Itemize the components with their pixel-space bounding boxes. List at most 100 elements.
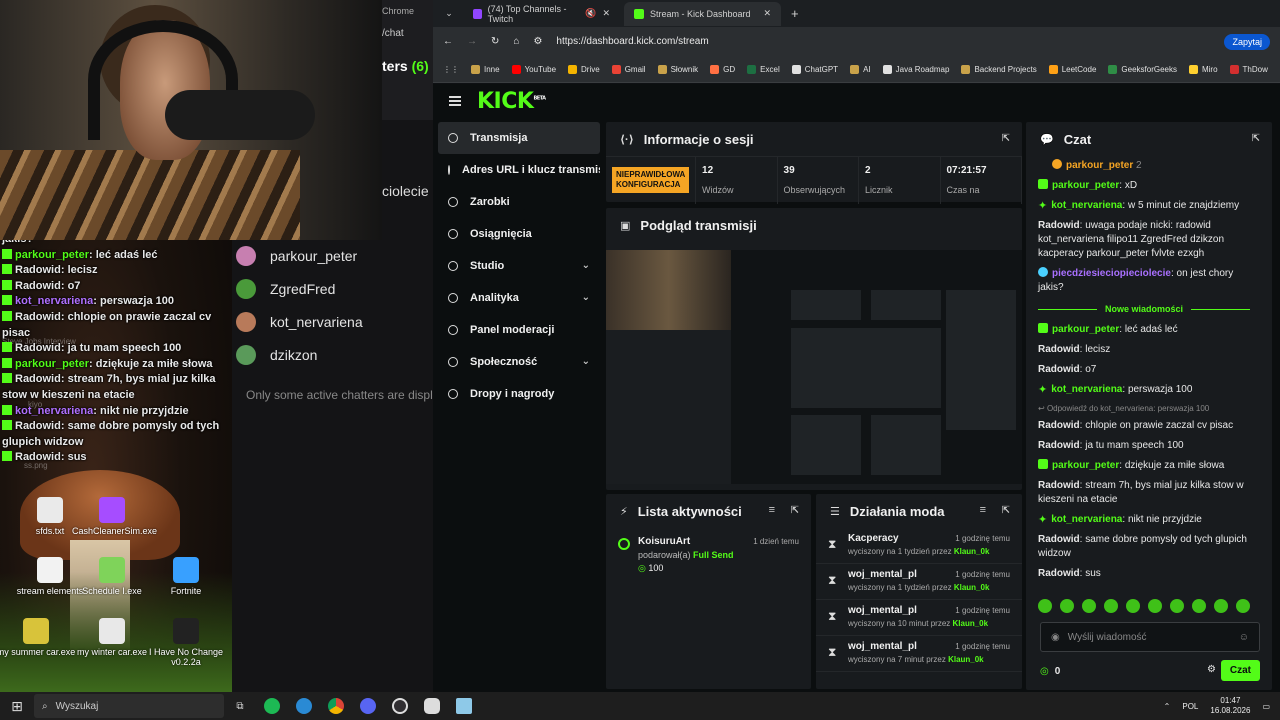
taskbar-search[interactable]: ⌕ Wyszukaj — [34, 694, 224, 718]
close-tab-icon[interactable]: ✕ — [763, 8, 771, 19]
tab-kick[interactable]: Stream - Kick Dashboard ✕ — [624, 1, 781, 26]
emote-icon[interactable] — [1082, 599, 1096, 613]
sidebar-item[interactable]: Analityka ⌄ — [438, 282, 600, 314]
chat-username[interactable]: Radowid — [1038, 440, 1080, 451]
sidebar-item[interactable]: Studio ⌄ — [438, 250, 600, 282]
bookmark-item[interactable]: YouTube — [511, 64, 556, 74]
sidebar-item[interactable]: Społeczność ⌄ — [438, 346, 600, 378]
ask-button[interactable]: Zapytaj — [1224, 33, 1270, 50]
chat-username[interactable]: Radowid — [1038, 568, 1080, 576]
emote-icon[interactable] — [1038, 599, 1052, 613]
mute-icon[interactable]: 🔇 — [585, 8, 596, 19]
chatter-item[interactable]: dzikzon — [236, 345, 317, 365]
tab-twitch[interactable]: (74) Top Channels - Twitch 🔇 ✕ — [463, 2, 620, 26]
chat-message[interactable]: ✦ kot_nervariena: nikt nie przyjdzie — [1026, 510, 1262, 530]
popout-icon[interactable]: ⇱ — [791, 505, 799, 516]
chevron-down-icon[interactable]: ⌄ — [582, 292, 590, 303]
reload-icon[interactable]: ↻ — [491, 36, 499, 47]
chat-username[interactable]: piecdziesieciopieciolecie — [1052, 268, 1171, 279]
settings-icon[interactable]: ⚙ — [1207, 664, 1216, 675]
desktop-icon[interactable]: my summer car.exe — [0, 618, 76, 657]
bookmark-item[interactable]: GD — [710, 64, 735, 74]
sidebar-item[interactable]: Adres URL i klucz transmisji — [438, 154, 600, 186]
chat-username[interactable]: kot_nervariena — [1051, 514, 1122, 525]
mod-action-item[interactable]: ⧗ Kacperacy wyciszony na 1 tydzień przez K… — [816, 528, 1022, 564]
tab-search-icon[interactable]: ⌄ — [439, 8, 459, 19]
chat-username[interactable]: Radowid — [1038, 344, 1080, 355]
chrome-icon[interactable] — [320, 692, 352, 720]
url-input[interactable]: https://dashboard.kick.com/stream — [556, 36, 1210, 47]
chat-input[interactable]: ◉ Wyślij wiadomość ☺ — [1040, 622, 1260, 652]
chat-username[interactable]: parkour_peter — [1052, 180, 1119, 191]
chatter-item[interactable]: parkour_peter — [236, 246, 357, 266]
filter-icon[interactable]: ≡ — [769, 504, 775, 516]
notification-icon[interactable]: ▭ — [1262, 702, 1270, 711]
clock[interactable]: 01:47 16.08.2026 — [1210, 696, 1250, 716]
points-icon[interactable]: ◎ — [1040, 666, 1049, 677]
task-view-icon[interactable]: ⧉ — [224, 692, 256, 720]
chat-message[interactable]: ✦ kot_nervariena: perswazja 100 — [1026, 380, 1262, 400]
chat-username[interactable]: kot_nervariena — [1051, 384, 1122, 395]
desktop-icon[interactable]: CashCleanerSim.exe — [72, 497, 157, 536]
chat-username[interactable]: Radowid — [1038, 534, 1080, 545]
popout-icon[interactable]: ⇱ — [1252, 133, 1260, 144]
sidebar-item[interactable]: Zarobki — [438, 186, 600, 218]
game-icon[interactable] — [416, 692, 448, 720]
bookmark-item[interactable]: Java Roadmap — [882, 64, 949, 74]
bookmark-item[interactable]: Gmail — [611, 64, 646, 74]
emote-icon[interactable] — [1104, 599, 1118, 613]
sidebar-item[interactable]: Dropy i nagrody — [438, 378, 600, 410]
bookmark-item[interactable]: ChatGPT — [791, 64, 838, 74]
apps-icon[interactable]: ⋮⋮ — [443, 65, 459, 74]
chat-message[interactable]: parkour_peter: xD — [1026, 176, 1262, 196]
chat-username[interactable]: parkour_peter — [1052, 460, 1119, 471]
menu-icon[interactable] — [449, 96, 461, 106]
emote-icon[interactable] — [1060, 599, 1074, 613]
bookmark-item[interactable]: Backend Projects — [961, 64, 1037, 74]
edge-icon[interactable] — [288, 692, 320, 720]
emote-icon[interactable] — [1192, 599, 1206, 613]
site-info-icon[interactable]: ⚙ — [533, 36, 542, 47]
config-warning[interactable]: NIEPRAWIDŁOWA KONFIGURACJA — [606, 157, 697, 204]
discord-icon[interactable] — [352, 692, 384, 720]
bookmark-item[interactable]: Słownik — [657, 64, 698, 74]
pinned-user[interactable]: parkour_peter 2 — [1026, 156, 1262, 176]
back-icon[interactable]: ← — [443, 36, 453, 47]
chat-message[interactable]: parkour_peter: leć adaś leć — [1026, 320, 1262, 340]
activity-item[interactable]: KoisuruArt podarował(a) Full Send ◎ 100 1 d… — [606, 528, 811, 574]
bookmark-item[interactable]: GeeksforGeeks — [1108, 64, 1177, 74]
chatter-item[interactable]: kot_nervariena — [236, 312, 363, 332]
mod-action-item[interactable]: ⧗ woj_mental_pl wyciszony na 7 minut przez… — [816, 636, 1022, 672]
notepad-icon[interactable] — [448, 692, 480, 720]
bookmark-item[interactable]: LeetCode — [1048, 64, 1096, 74]
emote-icon[interactable] — [1214, 599, 1228, 613]
chevron-down-icon[interactable]: ⌄ — [582, 260, 590, 271]
desktop-icon[interactable]: my winter car.exe — [72, 618, 152, 657]
chat-message[interactable]: Radowid: chlopie on prawie zaczal cv pis… — [1026, 416, 1262, 436]
emote-icon[interactable] — [1236, 599, 1250, 613]
chat-username[interactable]: Radowid — [1038, 364, 1080, 375]
chat-username[interactable]: parkour_peter — [1052, 324, 1119, 335]
sidebar-item[interactable]: Osiągnięcia — [438, 218, 600, 250]
chat-username[interactable]: kot_nervariena — [1051, 200, 1122, 211]
chat-message[interactable]: Radowid: ja tu mam speech 100 — [1026, 436, 1262, 456]
chat-username[interactable]: Radowid — [1038, 220, 1080, 231]
bookmark-item[interactable]: Inne — [471, 64, 500, 74]
chat-message[interactable]: Radowid: lecisz — [1026, 340, 1262, 360]
filter-icon[interactable]: ≡ — [980, 504, 986, 516]
chat-message[interactable]: Radowid: uwaga podaje nicki: radowid kot… — [1026, 216, 1262, 264]
home-icon[interactable]: ⌂ — [513, 36, 519, 47]
emote-icon[interactable] — [1170, 599, 1184, 613]
language-indicator[interactable]: POL — [1182, 702, 1198, 711]
popout-icon[interactable]: ⇱ — [1002, 133, 1010, 144]
chatter-item[interactable]: ZgredFred — [236, 279, 335, 299]
mod-action-item[interactable]: ⧗ woj_mental_pl wyciszony na 1 tydzień prz… — [816, 564, 1022, 600]
chat-message[interactable]: ✦ kot_nervariena: w 5 minut cie znajdzie… — [1026, 196, 1262, 216]
close-tab-icon[interactable]: ✕ — [602, 8, 610, 19]
desktop-icon[interactable]: I Have No Change v0.2.2a — [146, 618, 226, 667]
chat-message[interactable]: parkour_peter: dziękuje za miłe słowa — [1026, 456, 1262, 476]
sidebar-item[interactable]: Transmisja — [438, 122, 600, 154]
forward-icon[interactable]: → — [467, 36, 477, 47]
tray-arrow-icon[interactable]: ⌃ — [1164, 702, 1171, 711]
new-tab-icon[interactable]: + — [791, 6, 799, 21]
